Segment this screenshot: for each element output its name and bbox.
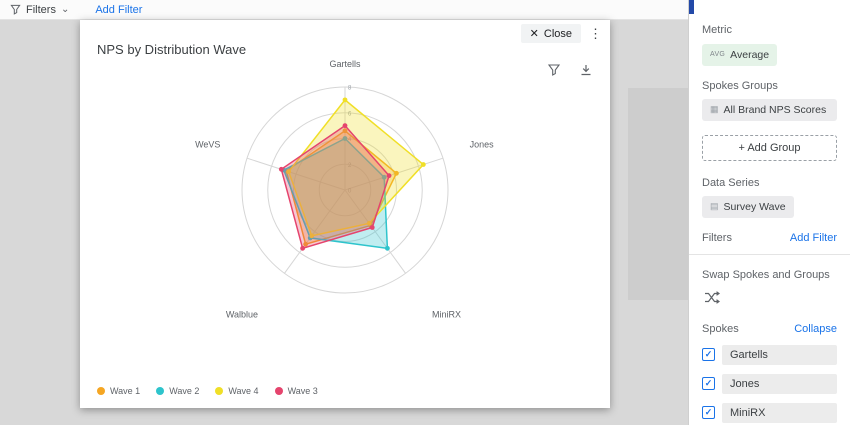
kebab-menu-icon[interactable]: ⋮: [587, 26, 604, 42]
chart-modal: ✕ Close ⋮ NPS by Distribution Wave 02468…: [80, 20, 610, 408]
legend-dot: [156, 387, 164, 395]
spoke-item-label: Gartells: [722, 345, 837, 365]
legend-dot: [97, 387, 105, 395]
legend-label: Wave 3: [288, 386, 318, 396]
legend-item[interactable]: Wave 1: [97, 386, 140, 396]
metric-chip-label: Average: [730, 49, 769, 61]
spokes-group-chip[interactable]: ▦ All Brand NPS Scores: [702, 99, 837, 121]
swap-button[interactable]: [702, 289, 722, 309]
filters-dropdown[interactable]: Filters ⌄: [10, 4, 69, 16]
svg-text:MiniRX: MiniRX: [432, 310, 461, 320]
series-icon: ▤: [710, 202, 719, 211]
metric-label: Metric: [702, 24, 837, 36]
add-filter-link[interactable]: Add Filter: [95, 4, 142, 16]
sidebar-add-filter-link[interactable]: Add Filter: [790, 232, 837, 244]
close-button[interactable]: ✕ Close: [521, 24, 581, 43]
spokes-group-chip-label: All Brand NPS Scores: [724, 104, 827, 116]
svg-text:WeVS: WeVS: [195, 140, 220, 150]
sidebar-filters-label: Filters: [702, 232, 732, 244]
add-group-button[interactable]: + Add Group: [702, 135, 837, 161]
chart-toolbar: [548, 64, 592, 76]
data-series-chip[interactable]: ▤ Survey Wave: [702, 196, 794, 218]
legend-item[interactable]: Wave 2: [156, 386, 199, 396]
radar-chart: 02468GartellsJonesMiniRXWalblueWeVS: [80, 20, 610, 360]
download-icon[interactable]: [580, 64, 592, 76]
close-icon: ✕: [530, 27, 539, 40]
legend-label: Wave 2: [169, 386, 199, 396]
filters-section: Filters Add Filter: [702, 232, 837, 244]
scrollbar-thumb[interactable]: [689, 0, 694, 14]
legend-item[interactable]: Wave 4: [215, 386, 258, 396]
svg-text:Walblue: Walblue: [226, 310, 258, 320]
spoke-item-label: Jones: [722, 374, 837, 394]
swap-label: Swap Spokes and Groups: [702, 269, 837, 281]
divider: [689, 254, 850, 255]
filter-funnel-icon: [10, 4, 21, 15]
legend-item[interactable]: Wave 3: [275, 386, 318, 396]
spoke-checkbox-row[interactable]: MiniRX: [702, 403, 837, 423]
legend-label: Wave 1: [110, 386, 140, 396]
close-label: Close: [544, 28, 572, 40]
collapse-link[interactable]: Collapse: [794, 323, 837, 335]
background-card: [628, 88, 688, 300]
legend-dot: [275, 387, 283, 395]
spoke-item-label: MiniRX: [722, 403, 837, 423]
svg-text:Jones: Jones: [470, 140, 495, 150]
data-series-label: Data Series: [702, 177, 837, 189]
data-series-chip-label: Survey Wave: [724, 201, 786, 213]
chart-legend: Wave 1 Wave 2 Wave 4 Wave 3: [97, 386, 318, 396]
checkbox-checked-icon[interactable]: [702, 377, 715, 390]
legend-dot: [215, 387, 223, 395]
spokes-section-header: Spokes Collapse: [702, 323, 837, 335]
modal-actions: ✕ Close ⋮: [521, 24, 604, 43]
legend-label: Wave 4: [228, 386, 258, 396]
config-sidebar: Metric AVG Average Spokes Groups ▦ All B…: [688, 0, 850, 425]
checkbox-checked-icon[interactable]: [702, 348, 715, 361]
metric-chip[interactable]: AVG Average: [702, 44, 777, 66]
spokes-groups-label: Spokes Groups: [702, 80, 837, 92]
svg-text:8: 8: [348, 86, 352, 92]
avg-prefix: AVG: [710, 51, 725, 58]
spoke-checkbox-row[interactable]: Jones: [702, 374, 837, 394]
chevron-down-icon: ⌄: [61, 5, 69, 15]
spokes-label: Spokes: [702, 323, 739, 335]
group-grid-icon: ▦: [710, 105, 719, 114]
chart-filter-icon[interactable]: [548, 64, 560, 76]
chart-title: NPS by Distribution Wave: [97, 42, 246, 57]
svg-text:Gartells: Gartells: [329, 59, 361, 69]
shuffle-icon: [704, 291, 720, 304]
topbar: Filters ⌄ Add Filter: [0, 0, 688, 20]
spoke-checkbox-row[interactable]: Gartells: [702, 345, 837, 365]
checkbox-checked-icon[interactable]: [702, 406, 715, 419]
filters-label: Filters: [26, 4, 56, 16]
